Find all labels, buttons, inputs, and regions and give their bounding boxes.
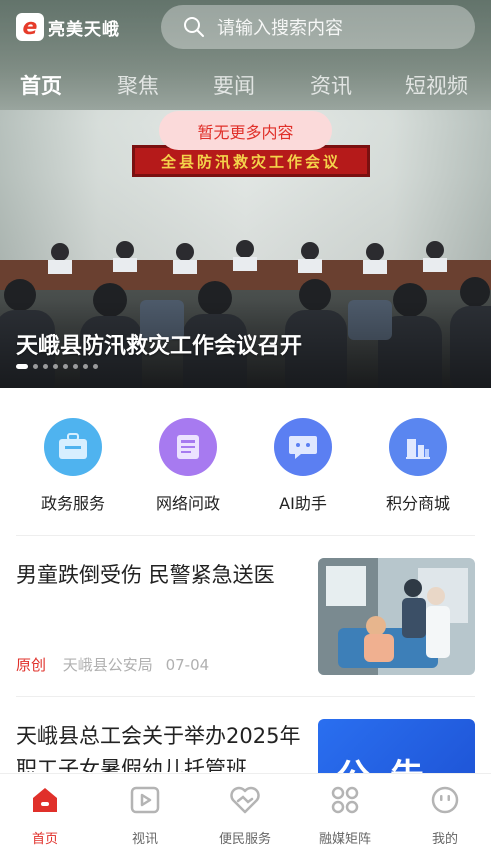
top-bar: e 亮美天峨 请输入搜索内容 — [0, 0, 491, 54]
service-grid: 政务服务 网络问政 AI助手 积分商城 — [0, 418, 491, 528]
carousel-dots — [16, 364, 98, 369]
news-title[interactable]: 男童跌倒受伤 民警紧急送医 — [16, 559, 306, 592]
tab-headlines[interactable]: 要闻 — [213, 70, 255, 100]
nav-label: 首页 — [31, 832, 58, 847]
news-meta: 原创 天峨县公安局 07-04 — [16, 654, 209, 675]
news-date: 07-04 — [165, 656, 210, 674]
news-source: 天峨县公安局 — [62, 656, 153, 674]
nav-label: 融媒矩阵 — [318, 832, 371, 847]
hero-banner[interactable]: 全县防汛救灾工作会议 e 亮美天峨 请输入搜索内容 首页 聚焦 要闻 资讯 短视… — [0, 0, 491, 388]
service-store[interactable]: 积分商城 — [368, 418, 468, 514]
nav-home[interactable]: 首页 — [0, 782, 95, 847]
carousel-dot[interactable] — [73, 364, 78, 369]
carousel-dot[interactable] — [16, 364, 28, 369]
document-icon — [159, 418, 217, 476]
origin-badge: 原创 — [16, 656, 47, 674]
thumbnail-text: 公 告 — [336, 749, 428, 773]
content-card: 政务服务 网络问政 AI助手 积分商城 男童跌倒受伤 民警紧急送医 原创 天峨县… — [0, 388, 491, 788]
app-name: 亮美天峨 — [48, 19, 120, 40]
nav-label: 便民服务 — [218, 832, 271, 847]
tab-focus[interactable]: 聚焦 — [117, 70, 159, 100]
nav-matrix[interactable]: 融媒矩阵 — [295, 782, 395, 847]
divider — [16, 535, 475, 536]
carousel-dot[interactable] — [83, 364, 88, 369]
tab-short-video[interactable]: 短视频 — [405, 70, 468, 100]
channel-tabs: 首页 聚焦 要闻 资讯 短视频 — [0, 70, 491, 106]
service-label: 积分商城 — [385, 494, 450, 513]
news-thumbnail[interactable] — [318, 558, 475, 675]
service-label: AI助手 — [279, 494, 327, 513]
nav-video[interactable]: 视讯 — [95, 782, 195, 847]
service-gov[interactable]: 政务服务 — [23, 418, 123, 514]
briefcase-icon — [44, 418, 102, 476]
carousel-dot[interactable] — [53, 364, 58, 369]
search-input[interactable]: 请输入搜索内容 — [161, 5, 475, 49]
search-icon — [184, 17, 204, 37]
carousel-dot[interactable] — [93, 364, 98, 369]
service-label: 政务服务 — [40, 494, 105, 513]
store-icon — [389, 418, 447, 476]
hero-title[interactable]: 天峨县防汛救灾工作会议召开 — [16, 328, 302, 360]
service-label: 网络问政 — [155, 494, 220, 513]
nav-profile[interactable]: 我的 — [395, 782, 491, 847]
service-inquiry[interactable]: 网络问政 — [138, 418, 238, 514]
nav-label: 视讯 — [131, 832, 158, 847]
carousel-dot[interactable] — [33, 364, 38, 369]
app-logo[interactable]: e 亮美天峨 — [16, 13, 120, 41]
logo-mark-icon: e — [16, 13, 44, 41]
nav-services[interactable]: 便民服务 — [195, 782, 295, 847]
bottom-nav: 首页 视讯 便民服务 融媒矩阵 我的 — [0, 773, 491, 850]
nav-label: 我的 — [431, 832, 458, 847]
news-title[interactable]: 天峨县总工会关于举办2025年职工子女暑假幼儿托管班 — [16, 720, 308, 772]
matrix-icon — [295, 782, 395, 818]
news-thumbnail[interactable]: 公 告 — [318, 719, 475, 773]
tab-home[interactable]: 首页 — [20, 70, 62, 100]
video-icon — [95, 782, 195, 818]
home-icon — [0, 782, 95, 818]
no-more-content-toast: 暂无更多内容 — [159, 111, 332, 150]
carousel-dot[interactable] — [63, 364, 68, 369]
chat-icon — [274, 418, 332, 476]
divider — [16, 696, 475, 697]
tab-info[interactable]: 资讯 — [310, 70, 352, 100]
service-ai[interactable]: AI助手 — [253, 418, 353, 514]
heart-service-icon — [195, 782, 295, 818]
profile-icon — [395, 782, 491, 818]
carousel-dot[interactable] — [43, 364, 48, 369]
search-placeholder: 请输入搜索内容 — [217, 18, 343, 39]
